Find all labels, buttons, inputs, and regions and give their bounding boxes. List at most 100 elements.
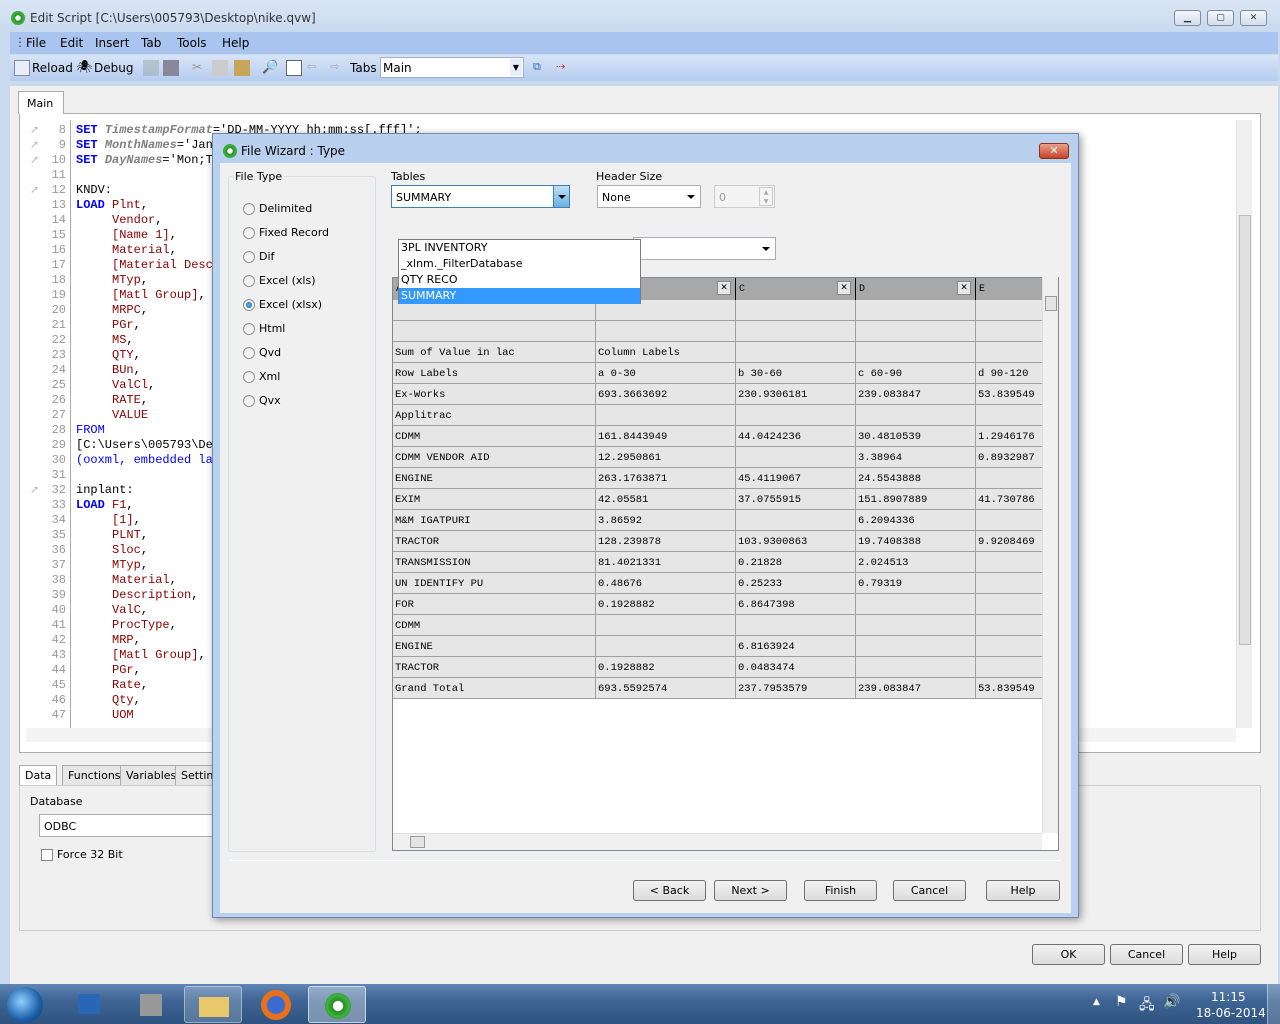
start-button[interactable] xyxy=(7,987,43,1023)
code-line[interactable]: ValC, xyxy=(76,603,148,618)
code-line[interactable]: [Material Desc xyxy=(76,258,213,273)
code-line[interactable]: Sloc, xyxy=(76,543,148,558)
database-select[interactable]: ODBC xyxy=(39,814,219,837)
tables-option[interactable]: _xlnm._FilterDatabase xyxy=(399,256,640,272)
dialog-close-button[interactable]: ✕ xyxy=(1039,143,1069,159)
wizard-help-button[interactable]: Help xyxy=(986,880,1060,901)
tables-select[interactable]: SUMMARY xyxy=(391,185,570,208)
code-line[interactable]: [Name 1], xyxy=(76,228,177,243)
code-line[interactable]: RATE, xyxy=(76,393,148,408)
bookmark-pin-icon[interactable]: ➚ xyxy=(30,184,43,195)
code-line[interactable]: Qty, xyxy=(76,693,141,708)
grid-column-header[interactable]: D ✕ xyxy=(856,278,976,300)
bookmark-pin-icon[interactable]: ➚ xyxy=(30,139,43,150)
tab-data[interactable]: Data xyxy=(19,765,58,786)
code-line[interactable]: inplant: xyxy=(76,483,134,498)
paste-icon[interactable] xyxy=(234,60,250,76)
menu-tools[interactable]: Tools xyxy=(177,36,207,50)
radio-button[interactable] xyxy=(243,203,255,215)
maximize-button[interactable]: ▢ xyxy=(1207,10,1234,26)
tab-left-icon[interactable]: ⇦ xyxy=(307,60,323,76)
scrollbar-thumb[interactable] xyxy=(410,836,425,848)
scrollbar-thumb[interactable] xyxy=(1239,215,1251,645)
table-viewer-icon[interactable]: ⧉ xyxy=(533,60,549,76)
radio-button[interactable] xyxy=(243,227,255,239)
code-line[interactable]: FROM xyxy=(76,423,105,438)
finish-button[interactable]: Finish xyxy=(804,880,877,901)
copy-icon[interactable] xyxy=(212,60,228,76)
taskbar-explorer[interactable] xyxy=(184,986,242,1023)
radio-button[interactable] xyxy=(243,275,255,287)
header-size-select[interactable]: None xyxy=(597,185,701,208)
code-line[interactable]: KNDV: xyxy=(76,183,112,198)
remove-column-icon[interactable]: ✕ xyxy=(837,281,851,295)
menu-file[interactable]: File xyxy=(26,36,46,50)
cut-icon[interactable]: ✂ xyxy=(192,60,208,76)
bookmark-pin-icon[interactable]: ➚ xyxy=(30,484,43,495)
tab-right-icon[interactable]: ⇨ xyxy=(330,60,346,76)
code-line[interactable]: (ooxml, embedded lab xyxy=(76,453,220,468)
preview-grid[interactable]: A✕B✕C✕D✕ESum of Value in lacColumn Label… xyxy=(392,277,1059,851)
menu-edit[interactable]: Edit xyxy=(60,36,83,50)
action-center-flag-icon[interactable]: ⚑ xyxy=(1115,994,1128,1010)
tables-option[interactable]: 3PL INVENTORY xyxy=(399,240,640,256)
code-line[interactable]: SET MonthNames='Jan; xyxy=(76,138,220,153)
grid-column-header[interactable]: C ✕ xyxy=(736,278,856,300)
code-line[interactable]: [Matl Group], xyxy=(76,648,206,663)
code-line[interactable]: MS, xyxy=(76,333,134,348)
code-line[interactable]: VALUE xyxy=(76,408,148,423)
code-line[interactable]: Rate, xyxy=(76,678,148,693)
code-line[interactable]: [C:\Users\005793\Des xyxy=(76,438,220,453)
tables-option[interactable]: SUMMARY xyxy=(399,288,640,304)
ok-button[interactable]: OK xyxy=(1032,944,1105,965)
radio-button[interactable] xyxy=(243,251,255,263)
print-icon[interactable] xyxy=(163,60,179,76)
syntax-check-icon[interactable]: ⇢ xyxy=(556,60,572,76)
close-window-button[interactable]: ✕ xyxy=(1240,10,1267,26)
spinner-arrows-icon[interactable]: ▲ ▼ xyxy=(759,187,773,206)
tab-variables[interactable]: Variables xyxy=(120,765,183,786)
code-line[interactable]: PLNT, xyxy=(76,528,148,543)
debug-bug-icon[interactable]: 🕷 xyxy=(76,60,93,76)
taskbar-powershell[interactable] xyxy=(60,986,118,1023)
back-button[interactable]: < Back xyxy=(633,880,706,901)
show-hidden-icons[interactable]: ▲ xyxy=(1093,997,1100,1007)
code-line[interactable]: MRPC, xyxy=(76,303,148,318)
code-line[interactable]: Vendor, xyxy=(76,213,162,228)
secondary-select[interactable] xyxy=(633,237,776,260)
show-desktop-button[interactable] xyxy=(1267,984,1280,1024)
radio-button[interactable] xyxy=(243,299,255,311)
tab-functions[interactable]: Functions xyxy=(62,765,127,786)
code-line[interactable]: LOAD Plnt, xyxy=(76,198,148,213)
debug-button[interactable]: Debug xyxy=(94,61,133,75)
code-line[interactable]: MTyp, xyxy=(76,273,148,288)
volume-icon[interactable]: 🔊 xyxy=(1163,994,1180,1010)
header-lines-spinner[interactable]: 0 ▲ ▼ xyxy=(714,185,775,208)
remove-column-icon[interactable]: ✕ xyxy=(957,281,971,295)
minimize-button[interactable]: ▁ xyxy=(1174,10,1201,26)
radio-button[interactable] xyxy=(243,347,255,359)
code-line[interactable]: BUn, xyxy=(76,363,141,378)
next-button[interactable]: Next > xyxy=(714,880,787,901)
code-line[interactable]: LOAD F1, xyxy=(76,498,134,513)
menu-tab[interactable]: Tab xyxy=(141,36,161,50)
tables-option[interactable]: QTY RECO xyxy=(399,272,640,288)
remove-column-icon[interactable]: ✕ xyxy=(717,281,731,295)
code-line[interactable]: Description, xyxy=(76,588,198,603)
code-line[interactable]: ProcType, xyxy=(76,618,177,633)
code-line[interactable]: [Matl Group], xyxy=(76,288,206,303)
clock-time[interactable]: 11:15 xyxy=(1211,990,1246,1004)
open-folder-icon[interactable] xyxy=(286,60,302,76)
network-icon[interactable]: 🖧 xyxy=(1139,994,1155,1018)
code-line[interactable]: [1], xyxy=(76,513,141,528)
radio-button[interactable] xyxy=(243,395,255,407)
reload-icon[interactable] xyxy=(14,60,30,76)
find-icon[interactable]: 🔎 xyxy=(262,60,278,76)
code-line[interactable]: Material, xyxy=(76,243,177,258)
force-32-bit-checkbox[interactable] xyxy=(41,849,53,861)
grid-horizontal-scrollbar[interactable] xyxy=(393,833,1042,850)
editor-vertical-scrollbar[interactable] xyxy=(1236,120,1252,728)
radio-button[interactable] xyxy=(243,371,255,383)
code-line[interactable]: MTyp, xyxy=(76,558,148,573)
menu-insert[interactable]: Insert xyxy=(95,36,129,50)
